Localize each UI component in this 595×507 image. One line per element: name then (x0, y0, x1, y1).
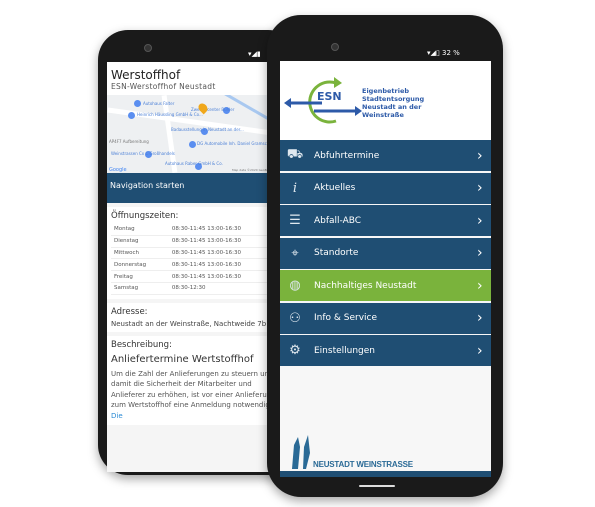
address-heading: Adresse: (111, 306, 148, 317)
truck-icon: ⛟ (286, 147, 304, 162)
page-title: Werstoffhof (111, 68, 181, 82)
description-link[interactable]: Die (111, 412, 123, 420)
person-icon: ⚇ (289, 310, 301, 326)
menu-item-standorte[interactable]: ⌖ Standorte › (280, 237, 491, 269)
location-pin-icon: ⌖ (291, 245, 299, 261)
description-heading: Beschreibung: (111, 339, 172, 350)
hours-heading: Öffnungszeiten: (111, 211, 179, 221)
menu-item-aktuelles[interactable]: i Aktuelles › (280, 172, 491, 204)
opening-hours: Öffnungszeiten: Montag 08:30-11:45 13:00-… (107, 207, 287, 299)
description-title: Anliefertermine Wertstoffhof (111, 353, 254, 365)
chevron-right-icon: › (477, 147, 483, 164)
footer-bar (280, 471, 491, 477)
home-indicator[interactable] (359, 485, 395, 487)
chevron-right-icon: › (477, 245, 483, 261)
werstoffhof-screen: Werstoffhof ESN-Werstoffhof Neustadt Aut… (107, 62, 287, 472)
table-row: Freitag 08:30-11:45 13:00-16:30 (111, 270, 283, 283)
chevron-right-icon: › (477, 180, 483, 196)
gear-icon: ⚙ (289, 343, 301, 358)
hours-table: Montag 08:30-11:45 13:00-16:30 Dienstag 08… (111, 224, 283, 295)
address-section: Adresse: Neustadt an der Weinstraße, Nac… (107, 302, 287, 332)
menu-item-einstellungen[interactable]: ⚙ Einstellungen › (280, 335, 491, 366)
esn-name: Eigenbetrieb Stadtentsorgung Neustadt an d… (362, 87, 425, 119)
camera-icon (144, 44, 152, 52)
camera-icon (331, 43, 339, 51)
home-screen: ESN Eigenbetrieb Stadtentsorgung Neustadt … (280, 61, 491, 477)
chevron-right-icon: › (477, 342, 483, 359)
page-subtitle: ESN-Werstoffhof Neustadt (111, 82, 216, 91)
address-text: Neustadt an der Weinstraße, Nachtweide 7… (111, 319, 267, 328)
chevron-right-icon: › (477, 310, 483, 326)
menu-item-abfuhrtermine[interactable]: ⛟ Abfuhrtermine › (280, 140, 491, 171)
esn-logo: ESN Eigenbetrieb Stadtentsorgung Neustadt … (280, 61, 491, 140)
menu-item-nachhaltiges-neustadt[interactable]: ◍ Nachhaltiges Neustadt › (280, 270, 491, 301)
table-row: Mittwoch 08:30-11:45 13:00-16:30 (111, 247, 283, 260)
chevron-right-icon: › (477, 212, 483, 229)
neustadt-logo-icon (292, 435, 310, 469)
description-section: Beschreibung: Anliefertermine Wertstoffh… (107, 335, 287, 426)
map[interactable]: Autohaus Falter Heinrich Häussling GmbH … (107, 95, 287, 173)
menu-item-info-service[interactable]: ⚇ Info & Service › (280, 302, 491, 334)
svg-text:ESN: ESN (317, 90, 342, 103)
table-row: Dienstag 08:30-11:45 13:00-16:30 (111, 235, 283, 248)
header: Werstoffhof ESN-Werstoffhof Neustadt (107, 62, 287, 95)
info-icon: i (292, 180, 298, 196)
list-icon: ☰ (289, 213, 301, 228)
neustadt-logo-text: NEUSTADT WEINSTRASSE (313, 460, 413, 469)
status-icons: ▾◢▮ (248, 50, 261, 58)
table-row: Samstag 08:30-12:30 (111, 282, 283, 295)
menu-item-abfall-abc[interactable]: ☰ Abfall-ABC › (280, 205, 491, 236)
google-logo: Google (109, 167, 127, 173)
description-text: Um die Zahl der Anlieferungen zu steuern… (111, 369, 276, 420)
status-bar: ▾◢▯ 32 % (427, 49, 460, 57)
main-menu: ⛟ Abfuhrtermine › i Aktuelles › ☰ Abfall-ABC ›… (280, 140, 491, 366)
phone-front: ▾◢▯ 32 % ESN Eigenbetrieb Stadtentsorgung… (267, 15, 503, 497)
table-row: Donnerstag 08:30-11:45 13:00-16:30 (111, 258, 283, 272)
chevron-right-icon: › (477, 277, 483, 294)
globe-icon: ◍ (289, 278, 301, 293)
esn-logo-icon: ESN (284, 77, 362, 124)
table-row: Montag 08:30-11:45 13:00-16:30 (111, 224, 283, 236)
navigation-start-button[interactable]: Navigation starten (107, 173, 287, 203)
